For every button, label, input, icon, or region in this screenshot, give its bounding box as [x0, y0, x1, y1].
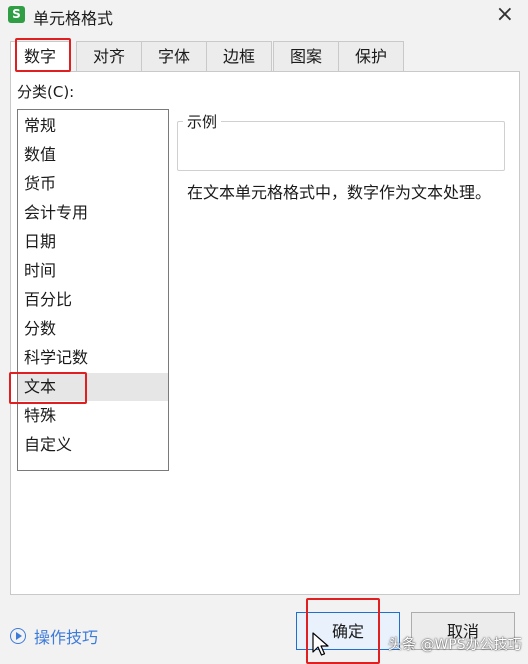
tab-font[interactable]: 字体	[141, 41, 207, 71]
category-item-custom[interactable]: 自定义	[18, 431, 168, 459]
category-item-number[interactable]: 数值	[18, 141, 168, 169]
title-bar: S 单元格格式 ×	[0, 0, 528, 30]
play-circle-icon	[10, 628, 26, 644]
category-item-percentage[interactable]: 百分比	[18, 286, 168, 314]
dialog-title: 单元格格式	[33, 9, 114, 28]
category-item-text[interactable]: 文本	[18, 373, 168, 401]
tab-pattern[interactable]: 图案	[273, 41, 339, 71]
category-item-special[interactable]: 特殊	[18, 402, 168, 430]
category-item-accounting[interactable]: 会计专用	[18, 199, 168, 227]
category-item-general[interactable]: 常规	[18, 112, 168, 140]
category-item-currency[interactable]: 货币	[18, 170, 168, 198]
sample-box	[177, 121, 505, 171]
category-item-fraction[interactable]: 分数	[18, 315, 168, 343]
tab-alignment[interactable]: 对齐	[76, 41, 142, 71]
close-icon[interactable]: ×	[496, 2, 514, 28]
tab-number[interactable]: 数字	[10, 41, 70, 72]
sample-legend: 示例	[183, 111, 222, 132]
category-label: 分类(C):	[17, 83, 75, 101]
category-item-scientific[interactable]: 科学记数	[18, 344, 168, 372]
category-list[interactable]: 常规 数值 货币 会计专用 日期 时间 百分比 分数 科学记数 文本 特殊 自定…	[17, 109, 169, 471]
app-icon: S	[8, 6, 25, 23]
format-description: 在文本单元格格式中，数字作为文本处理。	[187, 183, 492, 202]
tab-protection[interactable]: 保护	[338, 41, 404, 71]
tips-link-label: 操作技巧	[34, 628, 99, 647]
watermark: 头条 @WPS办公技巧	[388, 637, 522, 653]
tips-link[interactable]: 操作技巧	[10, 624, 98, 648]
mouse-cursor-icon	[312, 632, 329, 656]
category-item-date[interactable]: 日期	[18, 228, 168, 256]
category-item-time[interactable]: 时间	[18, 257, 168, 285]
tab-border[interactable]: 边框	[206, 41, 272, 71]
